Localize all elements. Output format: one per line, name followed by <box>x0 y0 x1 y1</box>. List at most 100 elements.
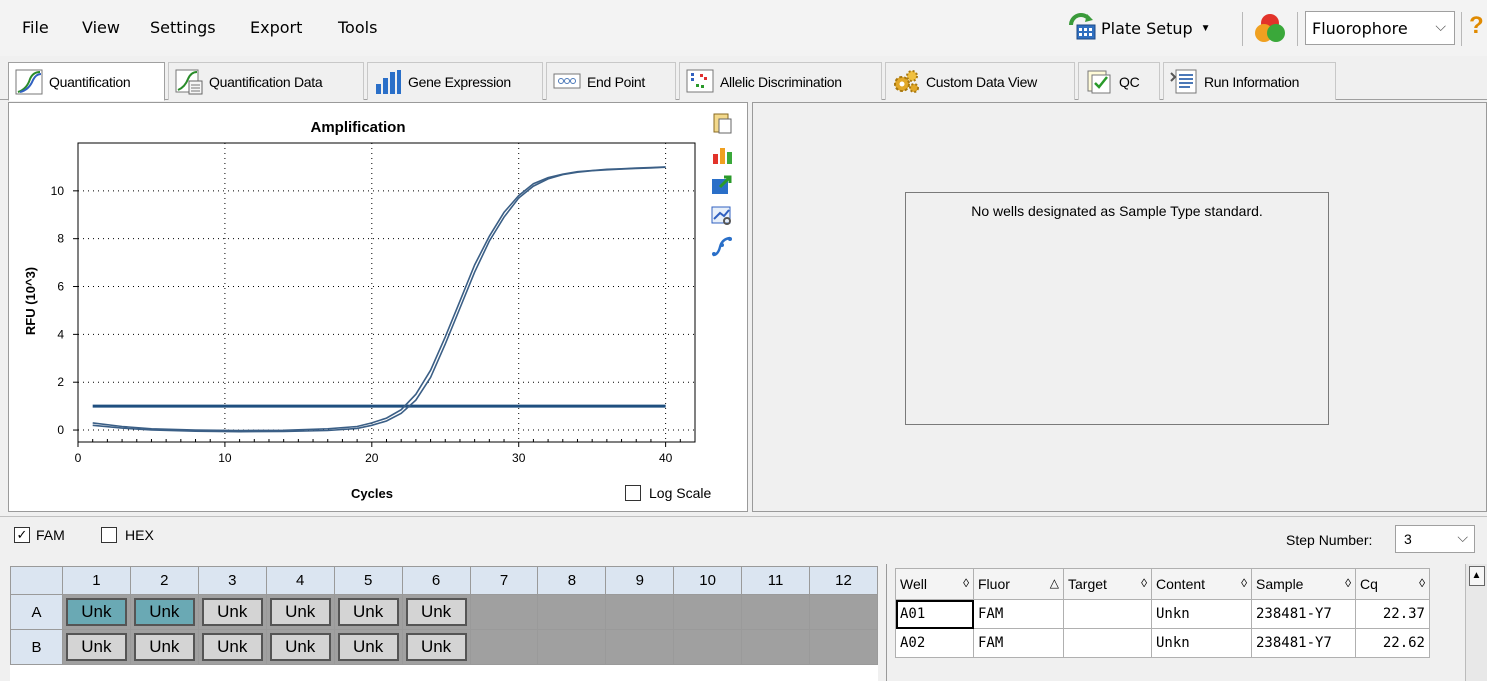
cell-target[interactable] <box>1063 628 1152 658</box>
log-scale-checkbox[interactable] <box>625 485 641 501</box>
amplification-chart[interactable]: Amplification Cycles RFU (10^3) 0 10 20 30 4… <box>9 103 709 511</box>
table-row[interactable]: A01 FAM Unkn 238481-Y7 22.37 <box>895 599 1430 629</box>
plate-corner[interactable] <box>10 566 63 595</box>
plate-col-header[interactable]: 11 <box>741 566 810 595</box>
plate-col-header[interactable]: 5 <box>333 566 403 595</box>
cell-content[interactable]: Unkn <box>1151 628 1252 658</box>
plate-col-header[interactable]: 12 <box>808 566 878 595</box>
cell-well[interactable]: A02 <box>895 628 974 658</box>
plate-well-empty[interactable] <box>673 594 743 630</box>
color-wheel-icon[interactable] <box>1253 12 1287 46</box>
column-header-content[interactable]: Content ◊ <box>1151 568 1252 600</box>
menu-tools[interactable]: Tools <box>338 18 377 37</box>
plate-well-empty[interactable] <box>741 629 810 665</box>
plate-col-header[interactable]: 2 <box>129 566 199 595</box>
cell-sample[interactable]: 238481-Y7 <box>1251 628 1356 658</box>
tab-allelic-discrimination[interactable]: Allelic Discrimination <box>679 62 882 100</box>
copy-icon[interactable] <box>710 111 734 135</box>
cell-fluor[interactable]: FAM <box>973 599 1064 629</box>
plate-col-header[interactable]: 6 <box>401 566 471 595</box>
fluorophore-select[interactable]: Fluorophore ⌵ <box>1305 11 1455 45</box>
plate-well[interactable]: Unk <box>401 629 471 665</box>
scroll-up-icon[interactable]: ▲ <box>1468 566 1485 586</box>
column-header-well[interactable]: Well ◊ <box>895 568 974 600</box>
cell-sample[interactable]: 238481-Y7 <box>1251 599 1356 629</box>
cell-cq[interactable]: 22.62 <box>1355 628 1430 658</box>
well-label: Unk <box>133 633 195 661</box>
hex-checkbox[interactable] <box>101 527 117 543</box>
menu-settings[interactable]: Settings <box>150 18 216 37</box>
curve-fit-icon[interactable] <box>710 235 734 259</box>
plate-col-header[interactable]: 7 <box>469 566 539 595</box>
amplification-curve[interactable] <box>92 166 666 432</box>
tab-end-point[interactable]: End Point <box>546 62 676 100</box>
y-tick-label: 8 <box>57 232 64 246</box>
plate-well[interactable]: Unk <box>129 594 199 630</box>
plate-well-empty[interactable] <box>605 594 675 630</box>
plate-well-empty[interactable] <box>808 594 878 630</box>
cell-well[interactable]: A01 <box>895 599 974 629</box>
export-icon[interactable] <box>710 173 734 197</box>
plate-col-header[interactable]: 3 <box>197 566 267 595</box>
amplification-curve[interactable] <box>92 166 666 433</box>
bar-chart-icon <box>376 69 401 94</box>
vertical-scrollbar[interactable]: ▲ <box>1465 564 1487 681</box>
tab-quantification[interactable]: Quantification <box>8 62 165 101</box>
plate-well[interactable]: Unk <box>61 594 131 630</box>
log-scale-toggle[interactable]: Log Scale <box>625 483 711 503</box>
plate-setup-button[interactable]: Plate Setup ▼ <box>1065 10 1235 46</box>
menu-export[interactable]: Export <box>250 18 302 37</box>
cell-target[interactable] <box>1063 599 1152 629</box>
plate-well-empty[interactable] <box>469 629 539 665</box>
fam-checkbox[interactable]: ✓ <box>14 527 30 543</box>
tab-qc[interactable]: QC <box>1078 62 1160 100</box>
cell-content[interactable]: Unkn <box>1151 599 1252 629</box>
fluorophore-select-value: Fluorophore <box>1312 18 1408 38</box>
tab-run-information[interactable]: Run Information <box>1163 62 1336 100</box>
plate-row-header[interactable]: B <box>10 629 63 665</box>
zoom-icon[interactable] <box>710 204 734 228</box>
plate-well[interactable]: Unk <box>333 594 403 630</box>
plate-well-empty[interactable] <box>469 594 539 630</box>
column-header-cq[interactable]: Cq ◊ <box>1355 568 1430 600</box>
y-tick-label: 6 <box>57 280 64 294</box>
plate-well[interactable]: Unk <box>265 594 335 630</box>
tab-custom-data-view[interactable]: Custom Data View <box>885 62 1075 100</box>
plate-well[interactable]: Unk <box>333 629 403 665</box>
sort-icon: ◊ <box>1419 576 1425 590</box>
fluor-toggle-hex[interactable]: HEX <box>101 527 154 543</box>
plate-col-header[interactable]: 8 <box>537 566 607 595</box>
tab-quantification-data[interactable]: Quantification Data <box>168 62 364 100</box>
step-number-select[interactable]: 3 ⌵ <box>1395 525 1475 553</box>
plate-well-empty[interactable] <box>605 629 675 665</box>
plate-col-header[interactable]: 4 <box>265 566 335 595</box>
fluor-toggle-fam[interactable]: ✓ FAM <box>14 527 65 543</box>
plate-well-empty[interactable] <box>537 594 607 630</box>
help-icon[interactable]: ? <box>1469 12 1484 40</box>
plate-well[interactable]: Unk <box>129 629 199 665</box>
plate-well[interactable]: Unk <box>61 629 131 665</box>
tab-gene-expression[interactable]: Gene Expression <box>367 62 543 100</box>
plate-well-empty[interactable] <box>741 594 810 630</box>
plate-row-header[interactable]: A <box>10 594 63 630</box>
column-header-sample[interactable]: Sample ◊ <box>1251 568 1356 600</box>
plate-col-header[interactable]: 1 <box>61 566 131 595</box>
menu-view[interactable]: View <box>82 18 120 37</box>
cell-fluor[interactable]: FAM <box>973 628 1064 658</box>
chart-options-icon[interactable] <box>710 142 734 166</box>
plate-col-header[interactable]: 10 <box>673 566 743 595</box>
plate-well[interactable]: Unk <box>265 629 335 665</box>
table-row[interactable]: A02 FAM Unkn 238481-Y7 22.62 <box>895 628 1430 658</box>
plate-well-empty[interactable] <box>537 629 607 665</box>
plate-well-empty[interactable] <box>808 629 878 665</box>
cell-cq[interactable]: 22.37 <box>1355 599 1430 629</box>
column-header-label: Sample <box>1256 576 1304 592</box>
plate-well[interactable]: Unk <box>401 594 471 630</box>
menu-file[interactable]: File <box>22 18 49 37</box>
plate-col-header[interactable]: 9 <box>605 566 675 595</box>
plate-well[interactable]: Unk <box>197 594 267 630</box>
plate-well-empty[interactable] <box>673 629 743 665</box>
plate-well[interactable]: Unk <box>197 629 267 665</box>
column-header-fluor[interactable]: Fluor △ <box>973 568 1064 600</box>
column-header-target[interactable]: Target ◊ <box>1063 568 1152 600</box>
